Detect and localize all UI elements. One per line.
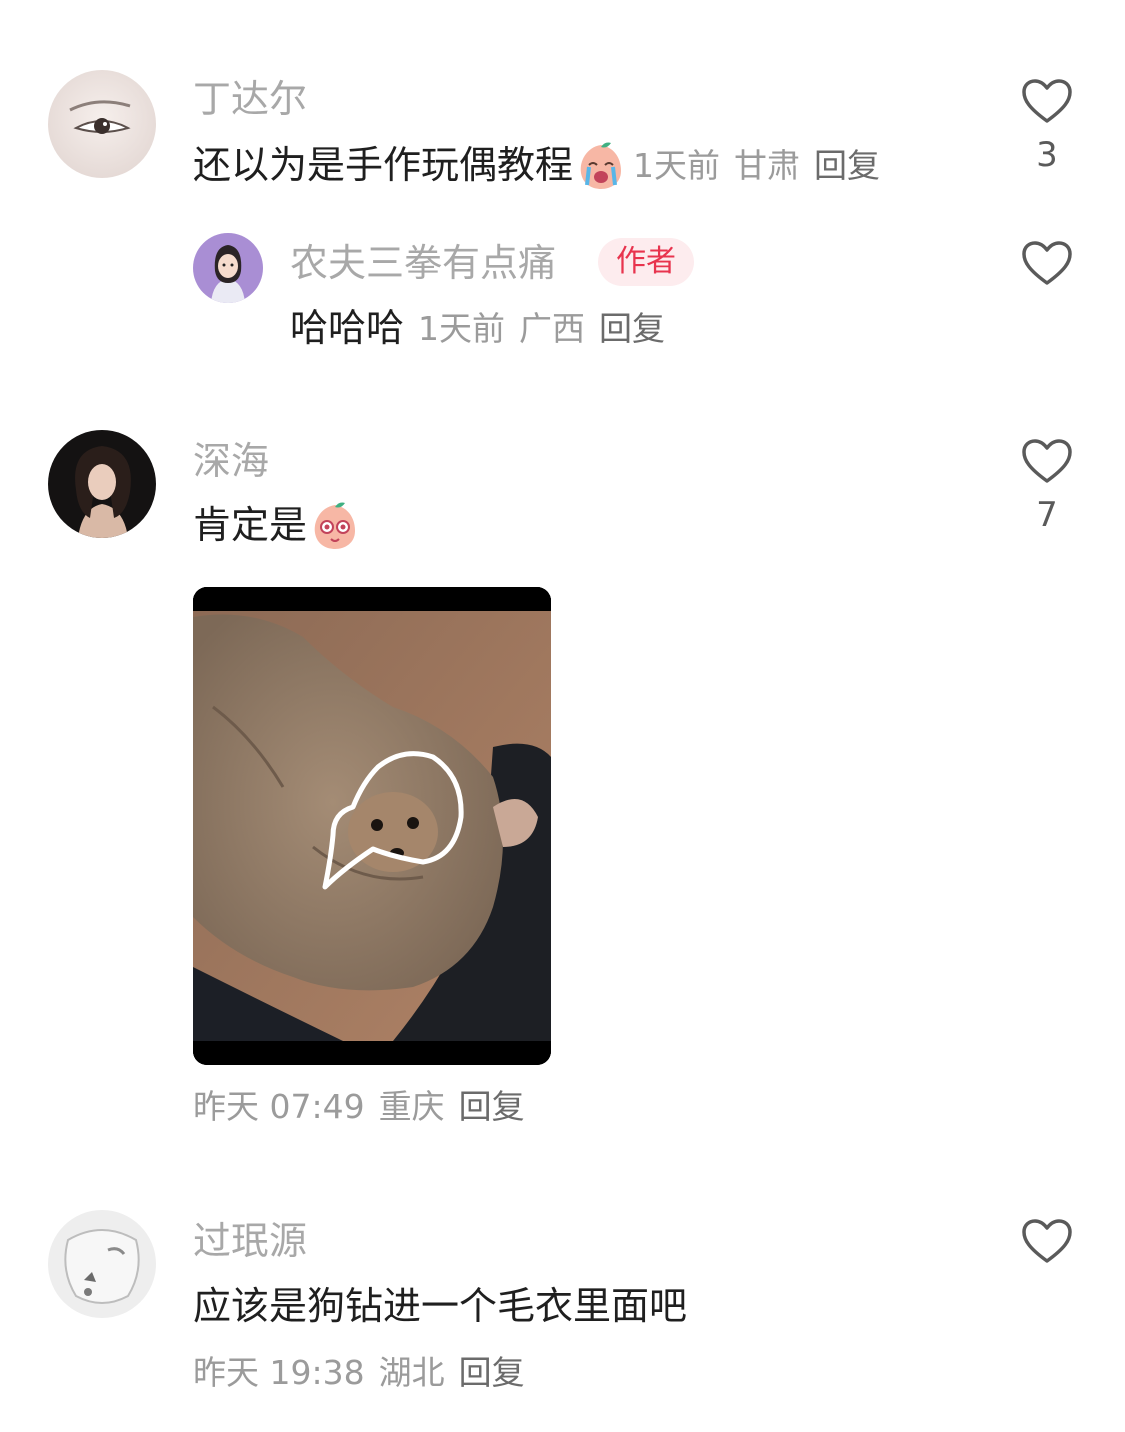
- like-count: 7: [1036, 495, 1058, 535]
- comment-meta: 昨天 19:38 湖北 回复: [193, 1356, 525, 1389]
- reply-button[interactable]: 回复: [599, 312, 665, 345]
- like-count: [1012, 300, 1082, 334]
- comment-location: 甘肃: [734, 145, 801, 185]
- comment-username[interactable]: 深海: [193, 442, 269, 480]
- comment-item: 深海 肯定是 7 昨天 07:49 重庆 回复: [0, 420, 1125, 1140]
- comment-content: 应该是狗钻进一个毛衣里面吧: [193, 1284, 687, 1328]
- reply-button[interactable]: 回复: [459, 1356, 525, 1389]
- comment-text: 应该是狗钻进一个毛衣里面吧: [193, 1284, 688, 1328]
- reply-text: 哈哈哈: [290, 306, 405, 350]
- avatar[interactable]: [193, 233, 263, 303]
- reply-button[interactable]: 回复: [814, 149, 880, 182]
- shy-peach-emoji-icon: [314, 502, 356, 549]
- avatar[interactable]: [48, 1210, 156, 1318]
- like-button[interactable]: [1012, 1218, 1082, 1312]
- avatar[interactable]: [48, 430, 156, 538]
- comment-text: 肯定是: [193, 503, 308, 547]
- like-button[interactable]: 7: [1012, 438, 1082, 532]
- heart-icon: [1022, 1219, 1072, 1263]
- comment-meta: 昨天 07:49 重庆 回复: [193, 1090, 525, 1123]
- reply-meta: 1天前 广西 回复: [418, 312, 665, 345]
- heart-icon: [1022, 439, 1072, 483]
- reply-location: 广西: [519, 308, 586, 348]
- crying-peach-emoji-icon: [580, 142, 622, 189]
- comment-item: 过珉源 应该是狗钻进一个毛衣里面吧 昨天 19:38 湖北 回复: [0, 1200, 1125, 1410]
- like-button[interactable]: 3: [1012, 78, 1082, 172]
- author-badge: 作者: [598, 238, 694, 286]
- comment-image[interactable]: [193, 587, 551, 1065]
- avatar-eye-image: [48, 70, 156, 178]
- like-button[interactable]: [1012, 240, 1082, 334]
- comment-meta: 1天前 甘肃 回复: [633, 149, 880, 182]
- avatar-sketch-image: [48, 1210, 156, 1318]
- comment-location: 湖北: [378, 1353, 445, 1392]
- like-count: [1012, 1278, 1082, 1312]
- comment-content: 肯定是: [193, 498, 367, 552]
- comment-item: 丁达尔 还以为是手作玩偶教程 1天前 甘肃 回复 3: [0, 0, 1125, 200]
- reply-item: 农夫三拳有点痛 作者 哈哈哈 1天前 广西 回复: [0, 200, 1125, 370]
- comment-location: 重庆: [378, 1087, 445, 1126]
- reply-button[interactable]: 回复: [459, 1090, 525, 1123]
- heart-icon: [1022, 79, 1072, 123]
- comment-content: 还以为是手作玩偶教程 1天前 甘肃 回复: [193, 138, 880, 192]
- reply-content: 哈哈哈 1天前 广西 回复: [290, 306, 665, 350]
- reply-time: 1天前: [418, 308, 506, 348]
- comment-username[interactable]: 丁达尔: [193, 80, 307, 118]
- comment-username[interactable]: 过珉源: [193, 1222, 307, 1260]
- dog-in-sweater-photo: [193, 587, 551, 1065]
- comment-time: 1天前: [633, 145, 721, 185]
- reply-username[interactable]: 农夫三拳有点痛: [290, 244, 556, 282]
- comment-text: 还以为是手作玩偶教程: [193, 143, 574, 187]
- comment-time: 昨天 19:38: [193, 1353, 365, 1392]
- avatar[interactable]: [48, 70, 156, 178]
- avatar-portrait-image: [48, 430, 156, 538]
- heart-icon: [1022, 241, 1072, 285]
- comment-time: 昨天 07:49: [193, 1087, 365, 1126]
- like-count: 3: [1036, 135, 1058, 175]
- avatar-cartoon-image: [193, 233, 263, 303]
